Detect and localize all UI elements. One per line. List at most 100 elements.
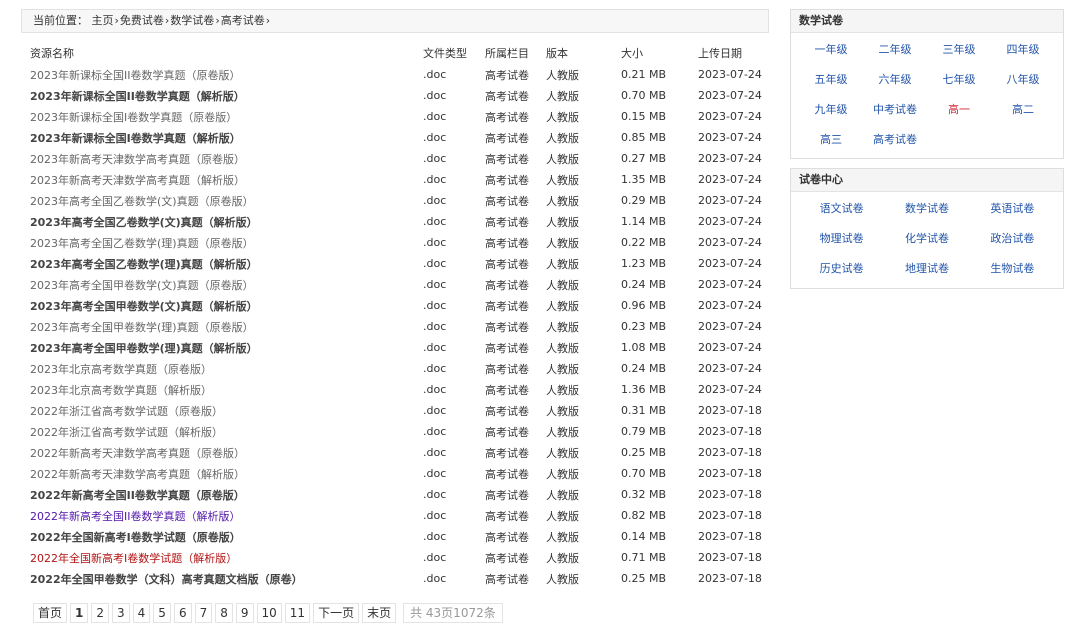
header-column: 所属栏目 <box>485 47 529 60</box>
file-type-cell: .doc <box>423 551 447 564</box>
date-cell: 2023-07-18 <box>698 509 762 522</box>
resource-name-link[interactable]: 2022年新高考天津数学高考真题（原卷版） <box>30 447 245 460</box>
resource-name-link[interactable]: 2022年浙江省高考数学试题（原卷版） <box>30 405 223 418</box>
resource-name-link[interactable]: 2022年新高考天津数学高考真题（解析版） <box>30 468 245 481</box>
resource-name-link[interactable]: 2023年北京高考数学真题（原卷版） <box>30 363 212 376</box>
math-grade-link[interactable]: 高考试卷 <box>863 125 927 155</box>
date-cell: 2023-07-24 <box>698 341 762 354</box>
file-type-cell: .doc <box>423 383 447 396</box>
breadcrumb-item-home[interactable]: 主页 <box>92 14 114 27</box>
math-papers-grid: 一年级 二年级 三年级 四年级五年级 六年级 七年级 八年级九年级 中考试卷 高一 高二高三 高考试… <box>791 33 1063 155</box>
math-grade-link[interactable]: 四年级 <box>991 35 1055 65</box>
resource-name-cell: 2023年高考全国乙卷数学(理)真题（原卷版） <box>30 232 423 253</box>
math-grade-link[interactable]: 七年级 <box>927 65 991 95</box>
file-type-cell: .doc <box>423 110 447 123</box>
size-cell: 0.14 MB <box>621 530 667 543</box>
version-cell: 人教版 <box>546 110 579 124</box>
resource-name-link[interactable]: 2023年新课标全国I卷数学真题（原卷版） <box>30 111 237 124</box>
resource-name-link[interactable]: 2023年高考全国甲卷数学(理)真题（原卷版） <box>30 321 254 334</box>
pager-last-button[interactable]: 末页 <box>362 603 397 623</box>
pager-page-6[interactable]: 6 <box>173 603 192 623</box>
math-grade-link[interactable]: 三年级 <box>927 35 991 65</box>
breadcrumb-item-gaokao-papers[interactable]: 高考试卷 <box>221 14 265 27</box>
resource-name-link[interactable]: 2023年高考全国甲卷数学(文)真题（解析版） <box>30 300 258 313</box>
header-version: 版本 <box>546 47 568 60</box>
subject-paper-link[interactable]: 数学试卷 <box>884 194 969 224</box>
pager-page-2[interactable]: 2 <box>91 603 110 623</box>
resource-name-link[interactable]: 2023年新课标全国II卷数学真题（原卷版） <box>30 69 240 82</box>
table-row: 2023年北京高考数学真题（解析版） .doc 高考试卷 人教版 1.36 MB 2023… <box>30 379 775 400</box>
pager-page-9[interactable]: 9 <box>235 603 254 623</box>
subject-paper-link[interactable]: 政治试卷 <box>970 224 1055 254</box>
resource-name-link[interactable]: 2023年高考全国甲卷数学(文)真题（原卷版） <box>30 279 254 292</box>
breadcrumb: 当前位置： 主页›免费试卷›数学试卷›高考试卷› <box>21 9 769 33</box>
version-cell: 人教版 <box>546 173 579 187</box>
pager-page-10[interactable]: 10 <box>256 603 282 623</box>
pager-first-button[interactable]: 首页 <box>33 603 68 623</box>
pager-page-11[interactable]: 11 <box>284 603 311 623</box>
subject-paper-link[interactable]: 化学试卷 <box>884 224 969 254</box>
math-grade-link[interactable]: 二年级 <box>863 35 927 65</box>
subject-paper-link[interactable]: 生物试卷 <box>970 254 1055 284</box>
breadcrumb-item-math-papers[interactable]: 数学试卷 <box>170 14 214 27</box>
pager-page-list: 1 2 3 4 5 6 7 8 9 10 11 <box>70 603 311 623</box>
resource-name-link[interactable]: 2023年高考全国甲卷数学(理)真题（解析版） <box>30 342 258 355</box>
resource-name-link[interactable]: 2023年高考全国乙卷数学(理)真题（解析版） <box>30 258 258 271</box>
pager-page-1[interactable]: 1 <box>70 603 89 623</box>
pager-next-button[interactable]: 下一页 <box>313 603 360 623</box>
pager-page-5[interactable]: 5 <box>153 603 171 623</box>
breadcrumb-separator: › <box>114 14 119 27</box>
subject-paper-link[interactable]: 历史试卷 <box>799 254 884 284</box>
math-grade-link[interactable]: 八年级 <box>991 65 1055 95</box>
date-cell: 2023-07-18 <box>698 572 762 585</box>
size-cell: 0.24 MB <box>621 362 667 375</box>
subject-paper-link[interactable]: 英语试卷 <box>970 194 1055 224</box>
column-cell: 高考试卷 <box>485 404 529 418</box>
column-cell: 高考试卷 <box>485 257 529 271</box>
pager-page-7[interactable]: 7 <box>194 603 213 623</box>
resource-name-link[interactable]: 2023年新高考天津数学高考真题（解析版） <box>30 174 245 187</box>
math-grade-link[interactable]: 五年级 <box>799 65 863 95</box>
resource-name-link[interactable]: 2023年新课标全国I卷数学真题（解析版） <box>30 132 241 145</box>
table-row: 2022年全国甲卷数学（文科）高考真题文档版（原卷） .doc 高考试卷 人教版 0.2… <box>30 568 775 589</box>
pager-page-3[interactable]: 3 <box>112 603 130 623</box>
subject-paper-link[interactable]: 地理试卷 <box>884 254 969 284</box>
resource-name-link[interactable]: 2023年北京高考数学真题（解析版） <box>30 384 212 397</box>
resource-name-cell: 2022年新高考全国II卷数学真题（原卷版） <box>30 484 423 505</box>
resource-name-link[interactable]: 2023年新课标全国II卷数学真题（解析版） <box>30 90 245 103</box>
math-grade-link[interactable]: 高一 <box>927 95 991 125</box>
math-grade-link[interactable]: 高二 <box>991 95 1055 125</box>
header-upload-date: 上传日期 <box>698 47 742 60</box>
file-type-cell: .doc <box>423 446 447 459</box>
math-grade-link[interactable]: 一年级 <box>799 35 863 65</box>
resource-name-link[interactable]: 2023年高考全国乙卷数学(文)真题（原卷版） <box>30 195 254 208</box>
resource-name-link[interactable]: 2023年新高考天津数学高考真题（原卷版） <box>30 153 245 166</box>
resource-name-link[interactable]: 2022年浙江省高考数学试题（解析版） <box>30 426 223 439</box>
table-row: 2022年新高考全国II卷数学真题（原卷版） .doc 高考试卷 人教版 0.32 MB… <box>30 484 775 505</box>
resource-name-link[interactable]: 2022年新高考全国II卷数学真题（原卷版） <box>30 489 245 502</box>
resource-name-link[interactable]: 2022年全国新高考I卷数学试题（解析版） <box>30 552 237 565</box>
table-row: 2023年北京高考数学真题（原卷版） .doc 高考试卷 人教版 0.24 MB 2023… <box>30 358 775 379</box>
date-cell: 2023-07-24 <box>698 215 762 228</box>
math-grade-link[interactable]: 中考试卷 <box>863 95 927 125</box>
resource-name-link[interactable]: 2022年新高考全国II卷数学真题（解析版） <box>30 510 240 523</box>
math-grade-link[interactable]: 九年级 <box>799 95 863 125</box>
math-grade-link[interactable]: 六年级 <box>863 65 927 95</box>
resource-name-link[interactable]: 2023年高考全国乙卷数学(文)真题（解析版） <box>30 216 258 229</box>
subject-paper-link[interactable]: 语文试卷 <box>799 194 884 224</box>
pager-page-8[interactable]: 8 <box>215 603 233 623</box>
breadcrumb-item-free-papers[interactable]: 免费试卷 <box>120 14 164 27</box>
math-grade-link[interactable]: 高三 <box>799 125 863 155</box>
resource-name-link[interactable]: 2022年全国甲卷数学（文科）高考真题文档版（原卷） <box>30 573 303 586</box>
resource-name-cell: 2023年高考全国甲卷数学(文)真题（解析版） <box>30 295 423 316</box>
file-type-cell: .doc <box>423 152 447 165</box>
resource-name-link[interactable]: 2022年全国新高考I卷数学试题（原卷版） <box>30 531 241 544</box>
file-type-cell: .doc <box>423 278 447 291</box>
pager-page-4[interactable]: 4 <box>132 603 151 623</box>
resource-name-link[interactable]: 2023年高考全国乙卷数学(理)真题（原卷版） <box>30 237 254 250</box>
version-cell: 人教版 <box>546 236 579 250</box>
column-cell: 高考试卷 <box>485 68 529 82</box>
date-cell: 2023-07-24 <box>698 320 762 333</box>
resource-name-cell: 2023年高考全国乙卷数学(文)真题（原卷版） <box>30 190 423 211</box>
subject-paper-link[interactable]: 物理试卷 <box>799 224 884 254</box>
